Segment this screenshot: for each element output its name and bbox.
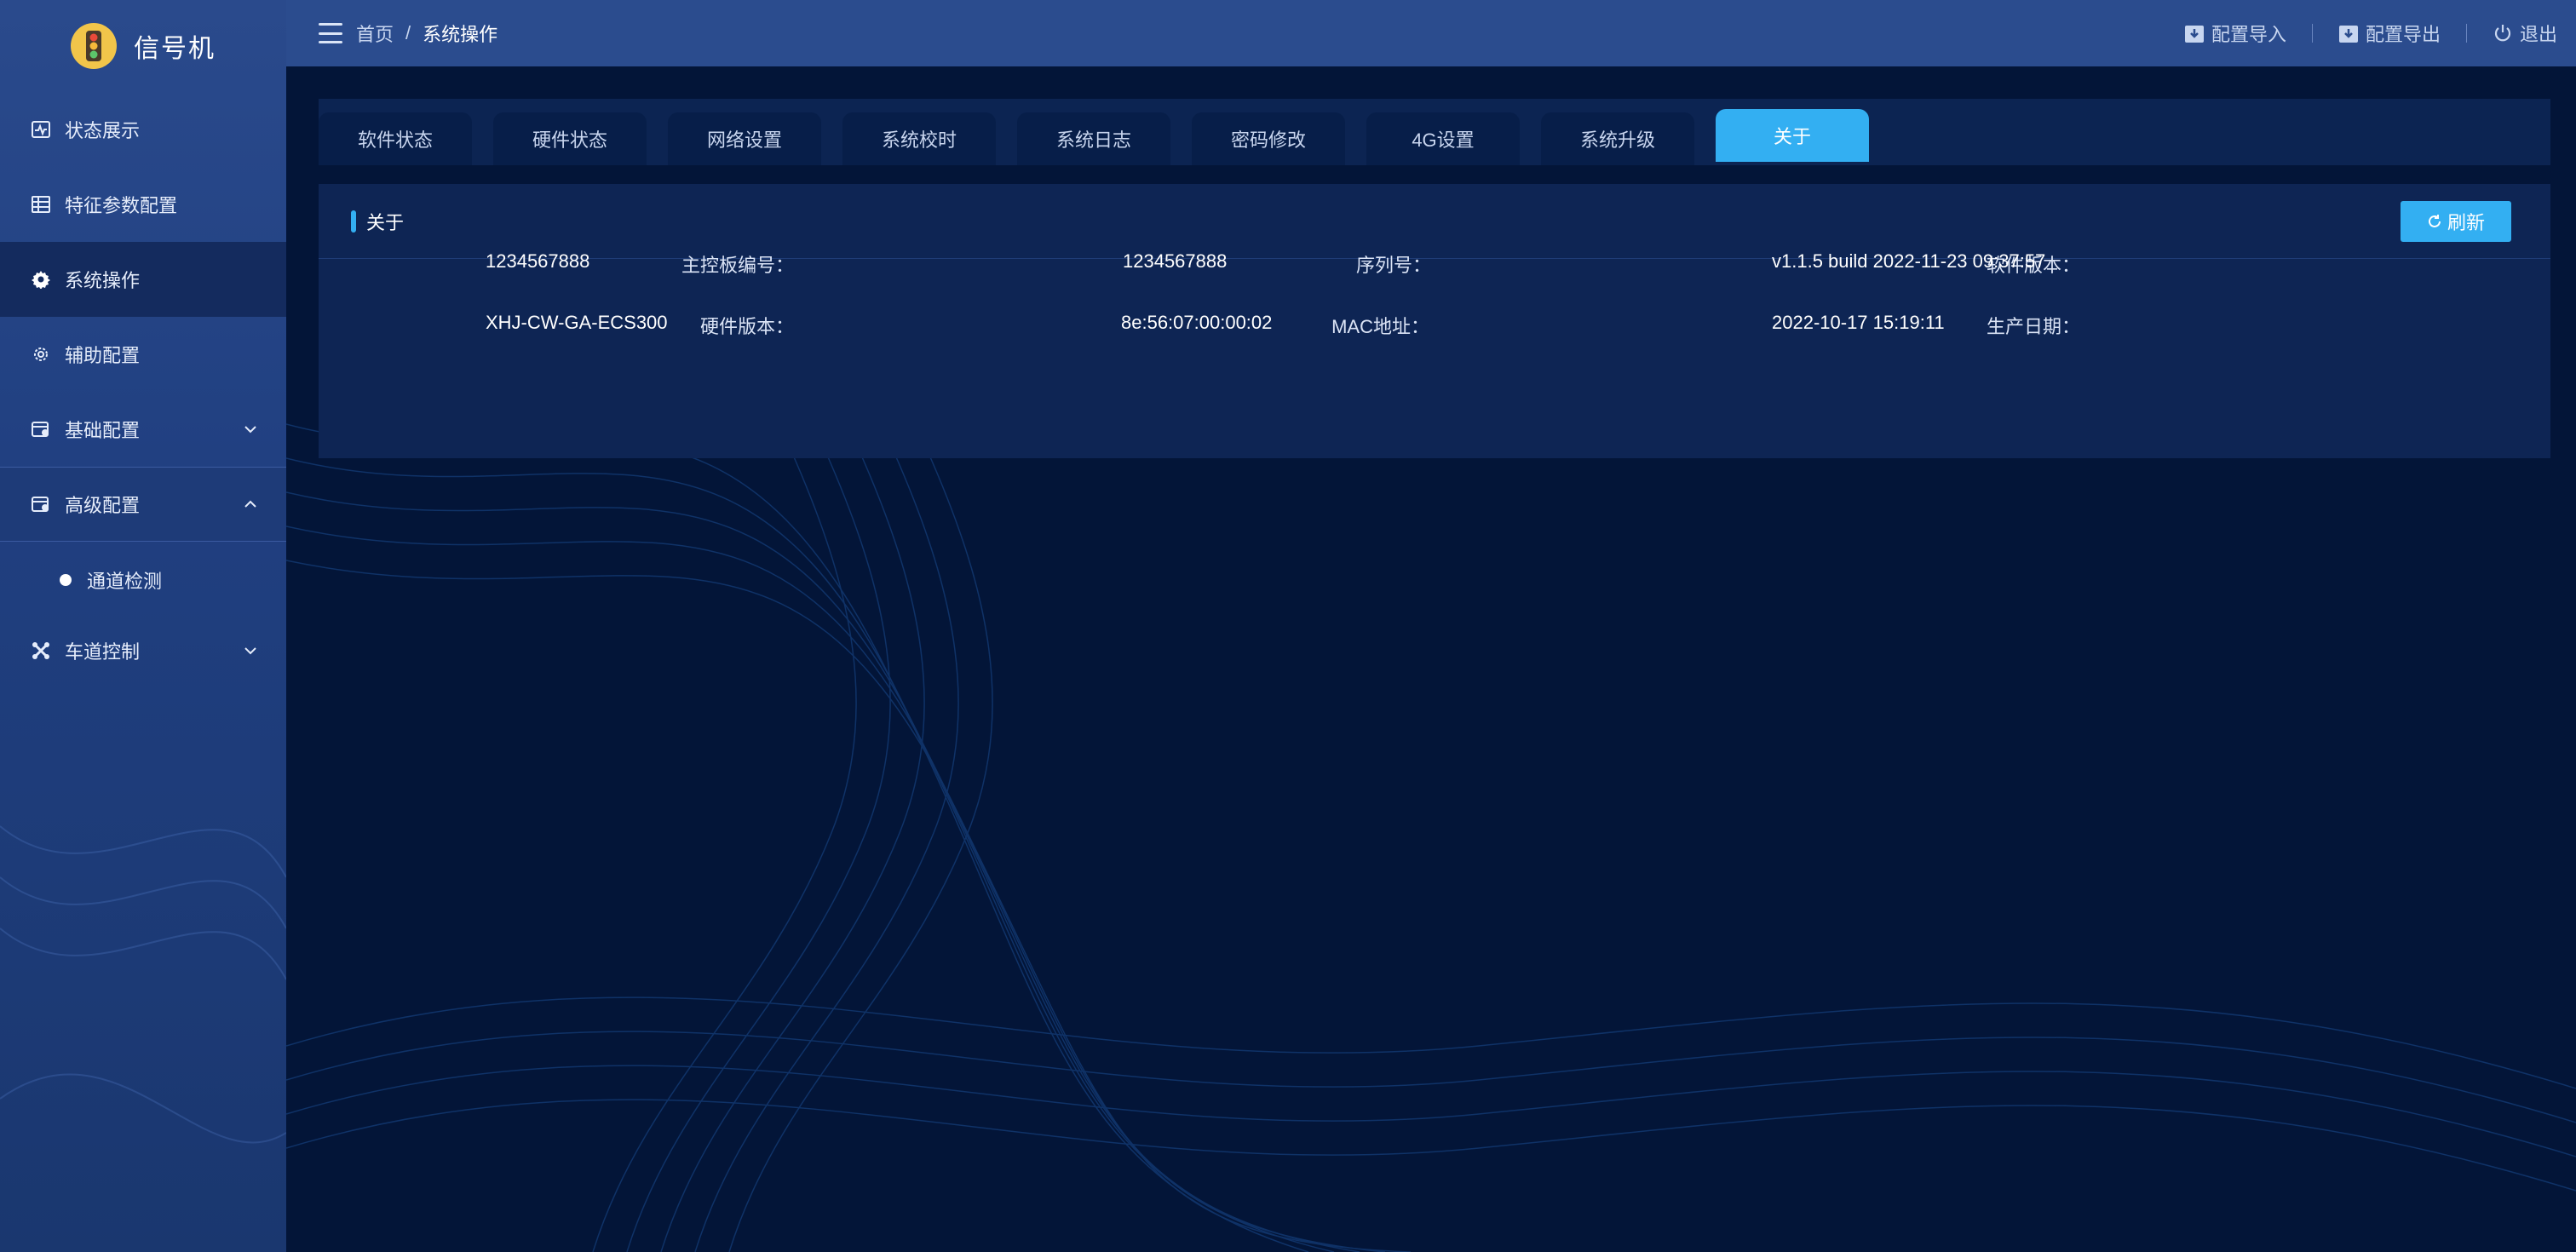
config-import-button[interactable]: 配置导入 [2184,20,2286,47]
sidebar-item-system-ops[interactable]: 系统操作 [0,242,286,317]
tab-about[interactable]: 关于 [1716,109,1869,162]
tab-password-change[interactable]: 密码修改 [1192,112,1345,165]
logout-button[interactable]: 退出 [2493,20,2557,47]
logout-label: 退出 [2519,24,2557,45]
sidebar-item-aux-config[interactable]: 辅助配置 [0,317,286,392]
sidebar-item-label: 基础配置 [65,420,141,441]
info-label: 生产日期： [1986,316,2080,337]
info-label: 序列号： [1355,255,1431,276]
info-production-date-value-wrap: 2022-10-17 15:19:11 [1772,312,1945,334]
sidebar-item-feature-params[interactable]: 特征参数配置 [0,167,286,242]
info-row-2: 硬件版本： XHJ-CW-GA-ECS300 MAC地址： 8e:56:07:0… [319,312,2550,337]
refresh-icon [2429,215,2441,227]
info-row-1: 主控板编号： 1234567888 序列号： 1234567888 软件版本： … [319,250,2550,276]
info-hardware-version-value-wrap: XHJ-CW-GA-ECS300 [486,312,668,334]
brand-title: 信号机 [134,35,216,63]
info-value: 1234567888 [1123,250,1228,272]
info-label: 硬件版本： [699,316,794,337]
title-accent-bar [351,210,356,233]
config-export-label: 配置导出 [2365,24,2441,45]
info-software-version-value-wrap: v1.1.5 build 2022-11-23 09:37:57 [1772,250,2045,273]
config-card-icon [31,419,51,439]
sidebar-item-label: 特征参数配置 [65,195,178,216]
pulse-chart-icon [31,119,51,140]
bullet-dot-icon [60,574,72,586]
brand: 信号机 [0,0,286,92]
sidebar-item-label: 系统操作 [65,270,141,291]
header-actions: 配置导入 配置导出 退出 [2184,0,2557,66]
sidebar-subitem-label: 通道检测 [87,571,163,592]
config-card-icon [31,494,51,514]
sidebar-item-label: 辅助配置 [65,345,141,366]
info-value: 1234567888 [486,250,590,272]
cog-outline-icon [31,344,51,365]
chevron-up-icon [242,496,259,513]
tab-software-status[interactable]: 软件状态 [319,112,472,165]
export-icon [2338,26,2358,43]
top-header: 首页 / 系统操作 配置导入 配置导出 退出 [286,0,2576,66]
main-content: 软件状态 硬件状态 网络设置 系统校时 系统日志 密码修改 4G设置 系统升级 … [286,66,2576,1252]
info-serial-no-value-wrap: 1234567888 [1123,250,1227,273]
import-icon [2184,26,2204,43]
sidebar-item-label: 状态展示 [65,120,141,141]
breadcrumb-separator: / [405,22,411,43]
tab-network-settings[interactable]: 网络设置 [668,112,821,165]
info-label: MAC地址： [1331,316,1429,337]
config-export-button[interactable]: 配置导出 [2338,20,2441,47]
sidebar-item-label: 高级配置 [65,495,141,516]
info-board-no-value-wrap: 1234567888 [486,250,589,273]
table-grid-icon [31,194,51,215]
tab-4g-settings[interactable]: 4G设置 [1366,112,1520,165]
info-label: 主控板编号： [681,255,794,276]
breadcrumb-home[interactable]: 首页 [356,20,394,47]
header-divider [2311,24,2313,43]
info-board-no: 主控板编号： [681,250,794,278]
sidebar-item-basic-config[interactable]: 基础配置 [0,392,286,467]
sidebar: 信号机 状态展示 特征参数配置 系统操作 辅助配置 基础配置 高级配置 通道检测… [0,0,286,1252]
tab-hardware-status[interactable]: 硬件状态 [493,112,647,165]
app-root: 信号机 状态展示 特征参数配置 系统操作 辅助配置 基础配置 高级配置 通道检测… [0,0,2576,1252]
sidebar-wave-decoration [0,825,286,1144]
info-value: XHJ-CW-GA-ECS300 [486,312,668,333]
traffic-light-icon [71,23,117,69]
config-import-label: 配置导入 [2211,24,2286,45]
header-divider [2465,24,2467,43]
power-icon [2494,25,2511,42]
tab-system-upgrade[interactable]: 系统升级 [1541,112,1694,165]
chevron-down-icon [242,421,259,438]
panel-title: 关于 [366,211,405,233]
info-mac-address: MAC地址： [1331,312,1429,339]
info-hardware-version: 硬件版本： [700,312,794,339]
info-value: v1.1.5 build 2022-11-23 09:37:57 [1772,250,2046,272]
info-value: 8e:56:07:00:00:02 [1121,312,1273,333]
menu-toggle-icon[interactable] [319,23,342,43]
gear-icon [31,269,51,290]
panel-header: 关于 刷新 [319,184,2550,259]
about-panel: 关于 刷新 主控板编号： 1234567888 序列号： 1234567888 [319,184,2550,458]
sidebar-item-status[interactable]: 状态展示 [0,92,286,167]
tab-system-log[interactable]: 系统日志 [1017,112,1170,165]
info-serial-no: 序列号： [1356,250,1431,278]
sidebar-item-advanced-config[interactable]: 高级配置 [0,467,286,542]
refresh-label: 刷新 [2447,212,2485,233]
info-value: 2022-10-17 15:19:11 [1772,312,1945,333]
info-mac-address-value-wrap: 8e:56:07:00:00:02 [1121,312,1272,334]
tab-time-sync[interactable]: 系统校时 [842,112,996,165]
refresh-button[interactable]: 刷新 [2401,201,2511,242]
sidebar-subitem-channel-detect[interactable]: 通道检测 [0,542,286,618]
tab-bar: 软件状态 硬件状态 网络设置 系统校时 系统日志 密码修改 4G设置 系统升级 … [319,99,2550,165]
breadcrumb-current: 系统操作 [423,24,498,45]
info-production-date: 生产日期： [1987,312,2080,339]
